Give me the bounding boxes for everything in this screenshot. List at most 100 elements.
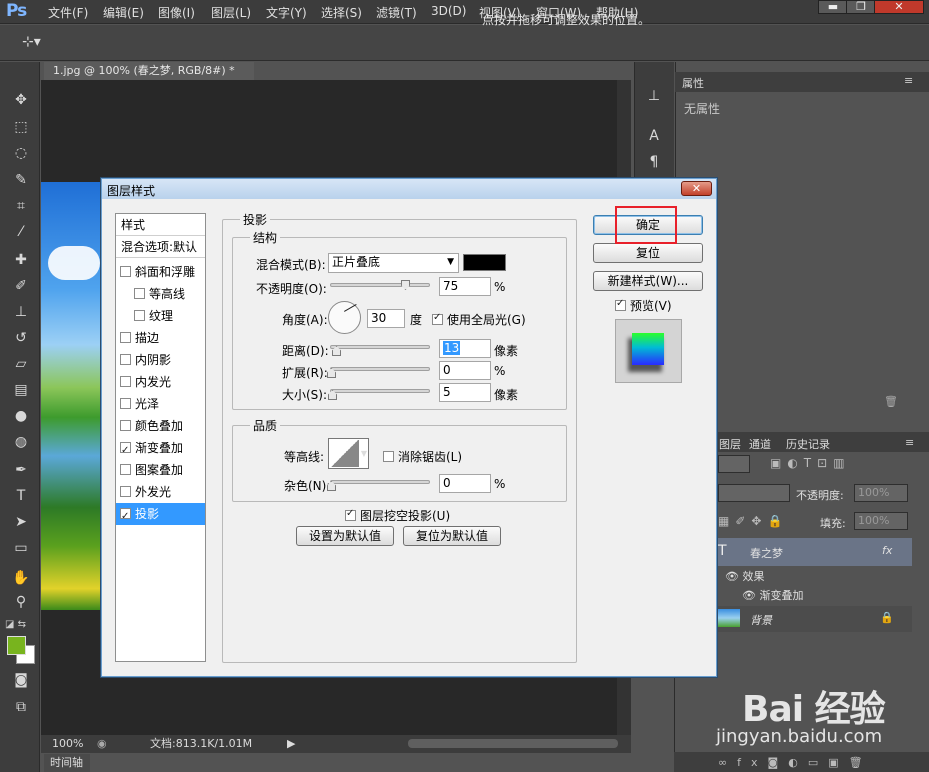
brush-tool-icon[interactable]: ✐ xyxy=(10,276,32,296)
style-item-gradient-overlay[interactable]: 渐变叠加 xyxy=(116,437,205,462)
effects-row[interactable]: 👁 效果 xyxy=(725,568,764,584)
dodge-tool-icon[interactable]: ◍ xyxy=(10,432,32,452)
close-app-button[interactable]: ✕ xyxy=(874,0,924,14)
layer-filter-select[interactable] xyxy=(718,455,750,473)
checkbox[interactable] xyxy=(120,398,131,409)
blend-mode-select[interactable] xyxy=(718,484,790,502)
menu-3d[interactable]: 3D(D) xyxy=(431,4,466,18)
screen-mode-icon[interactable]: ⧉ xyxy=(10,697,32,717)
spread-field[interactable]: 0 xyxy=(439,361,491,380)
checkbox[interactable] xyxy=(120,440,131,462)
properties-tab[interactable]: 属性 xyxy=(682,75,704,91)
checkbox[interactable] xyxy=(120,420,131,431)
eye-icon[interactable]: 👁 xyxy=(725,570,739,583)
properties-trash-icon[interactable]: 🗑 xyxy=(884,395,898,408)
checkbox[interactable] xyxy=(120,354,131,365)
style-item-texture[interactable]: 纹理 xyxy=(116,305,205,327)
knockout-option[interactable]: 图层挖空投影(U) xyxy=(345,507,450,524)
tab-history[interactable]: 历史记录 xyxy=(786,436,830,452)
hand-tool-icon[interactable]: ✋ xyxy=(10,568,32,588)
style-item-drop-shadow[interactable]: 投影 xyxy=(116,503,205,528)
blend-mode-dropdown[interactable]: 正片叠底 ▼ xyxy=(328,253,459,273)
menu-image[interactable]: 图像(I) xyxy=(158,4,195,21)
quick-select-tool-icon[interactable]: ✎ xyxy=(10,170,32,190)
style-item-outer-glow[interactable]: 外发光 xyxy=(116,481,205,503)
style-item-color-overlay[interactable]: 颜色叠加 xyxy=(116,415,205,437)
gradient-overlay-effect-row[interactable]: 👁 渐变叠加 xyxy=(742,587,803,603)
layer-opacity-field[interactable]: 100% xyxy=(854,484,908,502)
distance-field[interactable]: 13 xyxy=(439,339,491,358)
dialog-titlebar[interactable] xyxy=(102,179,716,199)
opacity-field[interactable]: 75 xyxy=(439,277,491,296)
minimize-button[interactable]: ▬ xyxy=(818,0,848,14)
set-default-button[interactable]: 设置为默认值 xyxy=(296,526,394,546)
checkbox[interactable] xyxy=(134,310,145,321)
type-tool-icon[interactable]: T xyxy=(10,486,32,506)
checkbox[interactable] xyxy=(120,376,131,387)
eye-icon[interactable]: 👁 xyxy=(742,589,756,602)
quick-mask-icon[interactable]: ◙ xyxy=(10,670,32,690)
layers-footer-icons[interactable]: ∞fx◙◐▭▣🗑 xyxy=(718,756,873,769)
angle-field[interactable]: 30 xyxy=(367,309,405,328)
checkbox[interactable] xyxy=(120,506,131,528)
tab-channels[interactable]: 通道 xyxy=(749,436,771,452)
layer-filter-icons[interactable]: ▣◐T⊡▥ xyxy=(770,456,851,470)
timeline-tab[interactable]: 时间轴 xyxy=(44,754,90,772)
opacity-slider-track[interactable] xyxy=(330,283,430,287)
menu-layer[interactable]: 图层(L) xyxy=(211,4,251,21)
menu-edit[interactable]: 编辑(E) xyxy=(103,4,144,21)
layer-name[interactable]: 背景 xyxy=(750,612,772,628)
path-select-tool-icon[interactable]: ➤ xyxy=(10,512,32,532)
checkbox[interactable] xyxy=(345,508,356,521)
tab-layers[interactable]: 图层 xyxy=(719,436,741,452)
new-style-button[interactable]: 新建样式(W)... xyxy=(593,271,703,291)
style-item-stroke[interactable]: 描边 xyxy=(116,327,205,349)
zoom-level[interactable]: 100% xyxy=(52,735,83,753)
character-panel-icon[interactable]: A xyxy=(645,128,663,146)
eraser-tool-icon[interactable]: ▱ xyxy=(10,354,32,374)
menu-filter[interactable]: 滤镜(T) xyxy=(376,4,417,21)
paragraph-panel-icon[interactable]: ¶ xyxy=(645,154,663,172)
reset-default-button[interactable]: 复位为默认值 xyxy=(403,526,501,546)
dialog-close-button[interactable]: ✕ xyxy=(681,181,712,196)
status-menu-arrow-icon[interactable]: ▶ xyxy=(287,735,295,753)
layer-fill-field[interactable]: 100% xyxy=(854,512,908,530)
checkbox[interactable] xyxy=(134,288,145,299)
contour-picker[interactable]: ▼ xyxy=(328,438,369,469)
move-tool-preset-icon[interactable]: ⊹▾ xyxy=(22,34,41,50)
history-panel-icon[interactable]: ⊥ xyxy=(645,88,663,106)
checkbox[interactable] xyxy=(432,312,443,325)
foreground-color-swatch[interactable] xyxy=(7,636,26,655)
default-colors-icon[interactable]: ◪ ⇆ xyxy=(5,619,26,630)
history-brush-tool-icon[interactable]: ↺ xyxy=(10,328,32,348)
angle-dial[interactable] xyxy=(328,301,361,334)
reset-button[interactable]: 复位 xyxy=(593,243,703,263)
shape-tool-icon[interactable]: ▭ xyxy=(10,538,32,558)
spread-slider-track[interactable] xyxy=(330,367,430,371)
noise-field[interactable]: 0 xyxy=(439,474,491,493)
restore-button[interactable]: ❐ xyxy=(846,0,876,14)
style-item-inner-glow[interactable]: 内发光 xyxy=(116,371,205,393)
global-light-option[interactable]: 使用全局光(G) xyxy=(432,311,526,328)
document-tab[interactable]: 1.jpg @ 100% (春之梦, RGB/8#) * × xyxy=(44,62,254,95)
zoom-tool-icon[interactable]: ⚲ xyxy=(10,592,32,612)
preview-option[interactable]: 预览(V) xyxy=(615,297,672,314)
style-item-bevel-emboss[interactable]: 斜面和浮雕 xyxy=(116,261,205,283)
checkbox[interactable] xyxy=(615,298,626,311)
size-field[interactable]: 5 xyxy=(439,383,491,402)
horizontal-scrollbar[interactable] xyxy=(408,739,618,748)
menu-select[interactable]: 选择(S) xyxy=(321,4,362,21)
checkbox[interactable] xyxy=(120,486,131,497)
eyedropper-tool-icon[interactable]: ⁄ xyxy=(10,222,32,242)
gradient-tool-icon[interactable]: ▤ xyxy=(10,380,32,400)
distance-slider-track[interactable] xyxy=(330,345,430,349)
style-item-inner-shadow[interactable]: 内阴影 xyxy=(116,349,205,371)
layer-name[interactable]: 春之梦 xyxy=(750,545,783,561)
menu-file[interactable]: 文件(F) xyxy=(48,4,88,21)
shadow-color-swatch[interactable] xyxy=(463,254,506,271)
checkbox[interactable] xyxy=(120,266,131,277)
blur-tool-icon[interactable]: ● xyxy=(10,406,32,426)
pen-tool-icon[interactable]: ✒ xyxy=(10,460,32,480)
noise-slider-track[interactable] xyxy=(330,480,430,484)
size-slider-track[interactable] xyxy=(330,389,430,393)
